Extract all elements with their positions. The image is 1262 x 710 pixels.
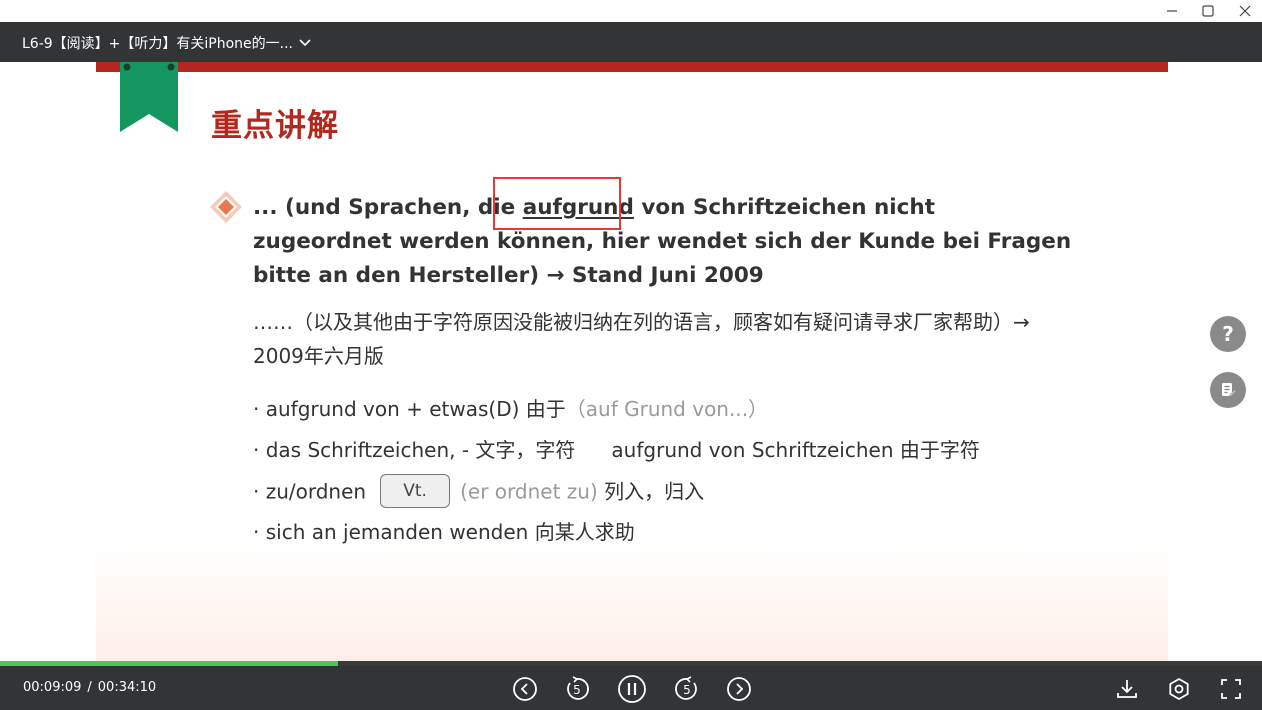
forward-5-button[interactable]: 5	[674, 676, 700, 702]
title-bar: L6-9【阅读】+【听力】有关iPhone的一...	[0, 22, 1262, 62]
chinese-translation: ……（以及其他由于字符原因没能被归纳在列的语言，顾客如有疑问请寻求厂家帮助）→ …	[253, 310, 1030, 368]
bookmark-icon	[120, 62, 178, 132]
pause-icon	[618, 675, 646, 703]
window-top-bar	[0, 0, 1262, 22]
vocab-item: · aufgrund von + etwas(D) 由于（auf Grund v…	[253, 394, 768, 424]
lecture-slide: 重点讲解 ... (und Sprachen, die aufgrund von…	[96, 62, 1168, 666]
vocab-term: · zu/ordnen	[253, 479, 367, 504]
maximize-icon	[1202, 5, 1214, 17]
download-button[interactable]	[1114, 676, 1140, 702]
vocab-term: · das Schriftzeichen, - 文字，字符	[253, 438, 576, 462]
verb-type-badge: Vt.	[380, 474, 451, 508]
lesson-title[interactable]: L6-9【阅读】+【听力】有关iPhone的一...	[22, 33, 293, 53]
previous-button[interactable]	[512, 676, 538, 702]
german-sentence: ... (und Sprachen, die aufgrund von Schr…	[253, 191, 1073, 293]
player-control-bar: 00:09:09 / 00:34:10 5 5	[0, 666, 1262, 710]
slide-background-gradient	[96, 542, 1168, 666]
forward-5-icon: 5	[675, 676, 697, 700]
rewind-5-button[interactable]: 5	[564, 676, 590, 702]
fullscreen-button[interactable]	[1218, 676, 1244, 702]
vocab-term: · sich an jemanden wenden 向某人求助	[253, 520, 635, 544]
time-display: 00:09:09 / 00:34:10	[23, 680, 156, 695]
vocab-note: (er ordnet zu)	[460, 479, 598, 504]
vocab-item: · zu/ordnen Vt. (er ordnet zu) 列入，归入	[253, 474, 705, 510]
minimize-icon	[1167, 10, 1177, 12]
vocab-item: · sich an jemanden wenden 向某人求助	[253, 517, 635, 547]
next-icon	[727, 677, 751, 701]
keyword-highlight-box	[493, 177, 621, 230]
video-player-window: L6-9【阅读】+【听力】有关iPhone的一... 重点讲解 ... (und…	[0, 0, 1262, 710]
svg-text:5: 5	[573, 683, 581, 697]
svg-text:5: 5	[683, 683, 691, 697]
help-button[interactable]: ?	[1210, 316, 1246, 352]
slide-top-bar	[96, 62, 1168, 72]
close-icon	[1239, 5, 1251, 17]
previous-icon	[513, 677, 537, 701]
close-button[interactable]	[1230, 0, 1260, 22]
diamond-bullet-icon	[210, 191, 242, 223]
minimize-button[interactable]	[1157, 0, 1187, 22]
total-time: 00:34:10	[97, 680, 157, 695]
maximize-button[interactable]	[1193, 0, 1223, 22]
question-icon: ?	[1222, 322, 1234, 346]
vocab-term: · aufgrund von + etwas(D) 由于	[253, 397, 566, 421]
vocab-meaning: 列入，归入	[597, 479, 705, 504]
download-icon	[1117, 680, 1137, 698]
next-button[interactable]	[726, 676, 752, 702]
notes-button[interactable]	[1210, 372, 1246, 408]
settings-icon	[1169, 678, 1189, 700]
rewind-5-icon: 5	[567, 676, 589, 700]
german-sentence-start: ... (und Sprachen, die	[253, 195, 523, 220]
chevron-down-icon[interactable]	[297, 35, 313, 51]
current-time: 00:09:09	[23, 680, 82, 695]
vocab-example: aufgrund von Schriftzeichen 由于字符	[611, 438, 980, 462]
fullscreen-icon	[1221, 679, 1241, 699]
pause-button[interactable]	[617, 674, 647, 704]
vocab-item: · das Schriftzeichen, - 文字，字符 aufgrund vo…	[253, 435, 980, 465]
vocab-note: （auf Grund von...）	[565, 397, 769, 421]
settings-button[interactable]	[1166, 676, 1192, 702]
time-separator: /	[87, 680, 92, 695]
note-edit-icon	[1222, 383, 1237, 397]
slide-title: 重点讲解	[211, 108, 339, 144]
